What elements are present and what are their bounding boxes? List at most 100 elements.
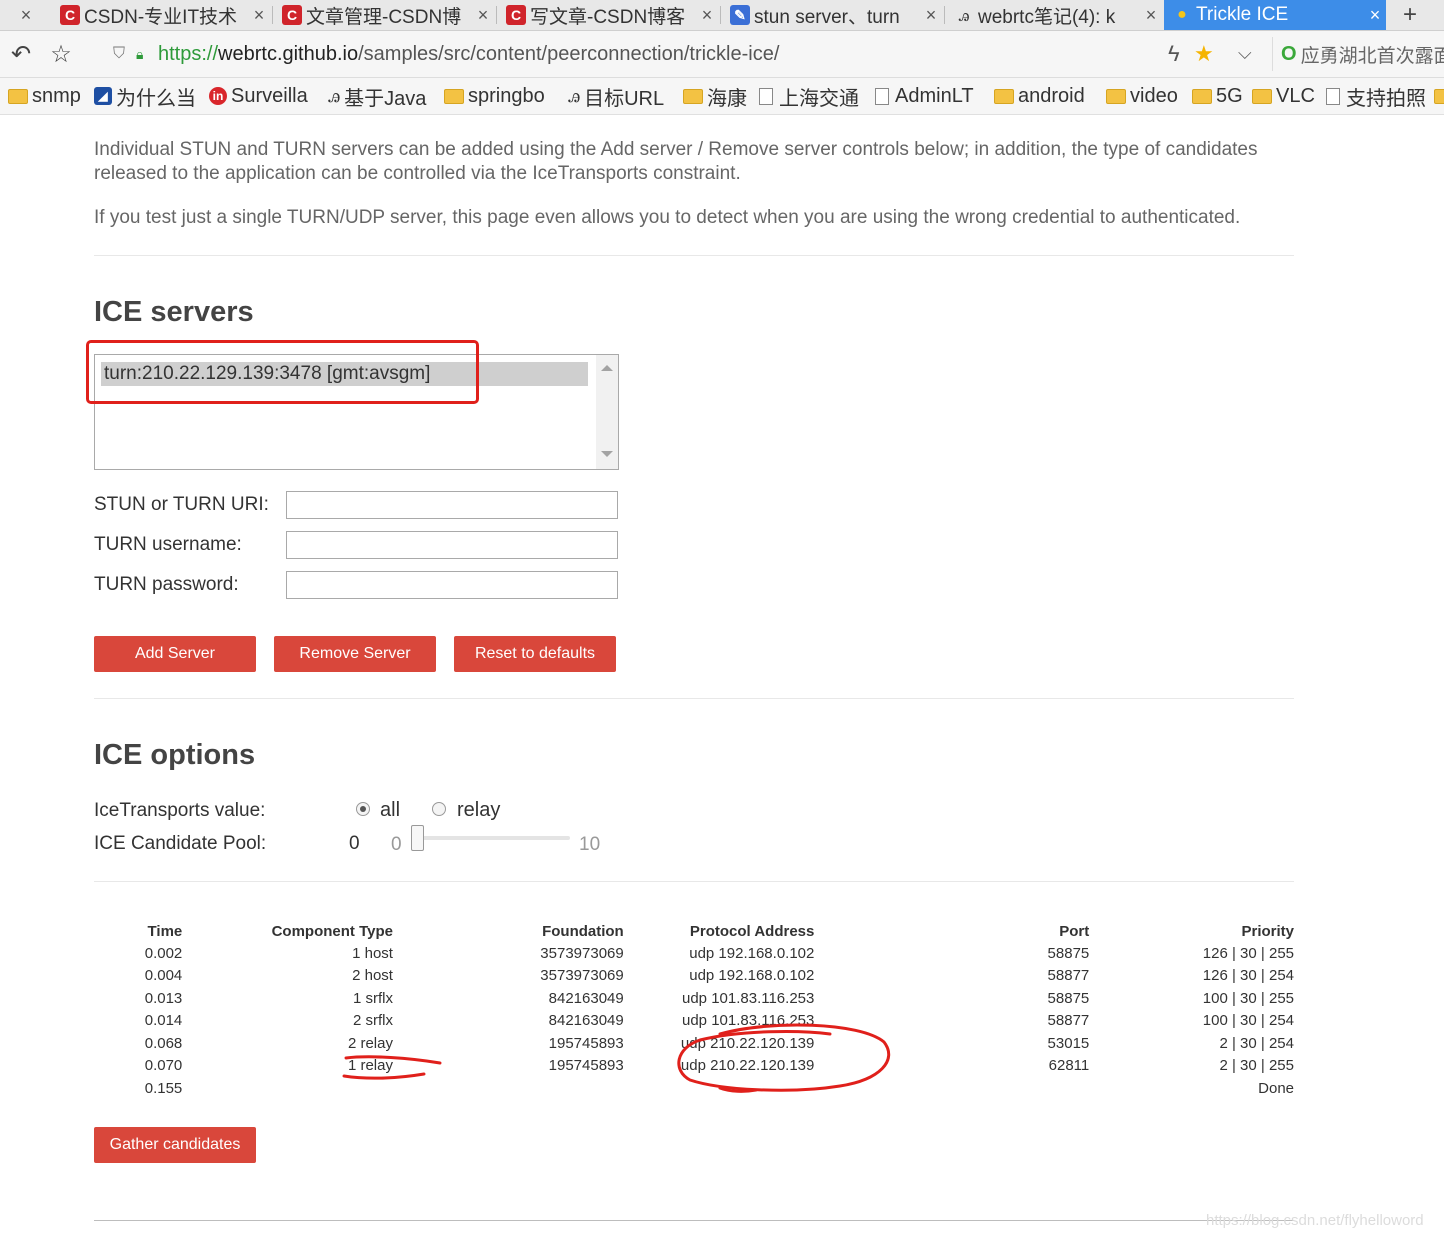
cell-protocol: udp 210.22.120.139: [680, 1057, 815, 1075]
cell-time: 0.002: [144, 944, 183, 962]
cell-time: 0.013: [144, 989, 183, 1007]
bookmark-item[interactable]: AdminLT: [875, 82, 974, 110]
search-suggestion[interactable]: O 应勇湖北首次露面: [1272, 37, 1444, 71]
folder-icon: [1252, 88, 1272, 104]
cell-foundation: 842163049: [548, 1012, 624, 1030]
url-field[interactable]: ⛉ 🔒︎ https://webrtc.github.io/samples/sr…: [96, 37, 1256, 71]
new-tab-button[interactable]: +: [1396, 0, 1424, 30]
cell-foundation: 3573973069: [540, 967, 624, 985]
table-row: 0.013 1 srflx 842163049 udp 101.83.116.2…: [94, 987, 1294, 1010]
bookmark-item[interactable]: ꭿ 基于Java: [328, 82, 426, 110]
close-icon[interactable]: ×: [472, 5, 494, 26]
lock-icon: 🔒︎: [136, 46, 144, 62]
add-server-button[interactable]: Add Server: [94, 636, 256, 672]
bookmark-item[interactable]: ꭿ 目标URL: [568, 82, 664, 110]
url-scheme: https://: [158, 42, 219, 65]
cell-priority: 126 | 30 | 255: [1202, 944, 1294, 962]
cell-priority: Done: [1258, 1079, 1294, 1097]
candidate-pool-slider[interactable]: [422, 836, 570, 840]
ice-servers-heading: ICE servers: [94, 296, 254, 328]
slider-max-label: 10: [579, 834, 601, 855]
transport-all-radio[interactable]: [356, 802, 370, 816]
cell-protocol: udp 101.83.116.253: [682, 989, 815, 1007]
close-icon[interactable]: ×: [1364, 5, 1386, 26]
site-icon: ◢: [94, 87, 112, 105]
chevron-down-icon[interactable]: ⌵: [1238, 43, 1252, 64]
bookmark-label: snmp: [32, 84, 81, 107]
tab-trickle-ice[interactable]: ● Trickle ICE ×: [1164, 0, 1386, 30]
chrome-icon: ●: [1177, 6, 1187, 23]
bookmark-item[interactable]: snmp: [8, 82, 81, 110]
cell-priority: 100 | 30 | 254: [1202, 1012, 1294, 1030]
scrollbar[interactable]: [596, 355, 618, 469]
intro-paragraph-2: If you test just a single TURN/UDP serve…: [94, 207, 1241, 228]
bookmark-overflow[interactable]: [1434, 82, 1444, 110]
bookmark-star-icon[interactable]: ★: [1194, 41, 1214, 67]
cell-port: 58875: [1047, 989, 1090, 1007]
scroll-up-icon[interactable]: [601, 365, 613, 371]
transport-relay-radio[interactable]: [432, 802, 446, 816]
tab-csdn-manage[interactable]: C 文章管理-CSDN博 ×: [274, 0, 494, 30]
bookmark-item[interactable]: VLC: [1252, 82, 1315, 110]
bookmark-item[interactable]: 上海交通: [759, 82, 859, 110]
bookmark-label: 上海交通: [779, 87, 859, 110]
cell-foundation: 3573973069: [540, 944, 624, 962]
tab-label: webrtc笔记(4): k: [978, 6, 1116, 28]
bookmark-item[interactable]: 5G: [1192, 82, 1243, 110]
tab-csdn-write[interactable]: C 写文章-CSDN博客 ×: [498, 0, 718, 30]
page-icon: [875, 87, 889, 105]
lightning-icon[interactable]: ϟ: [1168, 41, 1180, 67]
tab-stun-server[interactable]: ✎ stun server、turn ×: [722, 0, 942, 30]
close-icon[interactable]: ×: [1140, 5, 1162, 26]
close-icon[interactable]: ×: [920, 5, 942, 26]
slider-handle[interactable]: [411, 825, 424, 851]
page-icon: [759, 87, 773, 105]
bookmark-item[interactable]: android: [994, 82, 1085, 110]
header-port: Port: [1059, 922, 1090, 940]
close-icon[interactable]: ×: [696, 5, 718, 26]
password-input[interactable]: [286, 571, 618, 599]
bookmark-item[interactable]: springbo: [444, 82, 545, 110]
bookmark-label: 海康: [707, 87, 747, 110]
candidates-table: Time Component Type Foundation Protocol …: [94, 920, 1294, 1100]
tab-label: stun server、turn: [754, 6, 900, 28]
folder-icon: [1192, 88, 1212, 104]
cell-component: 2 host: [352, 967, 393, 985]
bookmark-item[interactable]: 支持拍照: [1326, 82, 1426, 110]
bookmark-label: VLC: [1276, 84, 1315, 107]
bookmark-item[interactable]: in Surveilla: [209, 82, 308, 110]
cell-foundation: [393, 1077, 624, 1100]
intro-paragraph-1: Individual STUN and TURN servers can be …: [94, 139, 1258, 184]
tab-csdn-home[interactable]: C CSDN-专业IT技术 ×: [52, 0, 270, 30]
bookmark-label: 为什么当: [116, 87, 196, 110]
table-row: 0.155 Done: [94, 1077, 1294, 1100]
cell-priority: 2 | 30 | 255: [1219, 1057, 1294, 1075]
folder-icon: [1106, 88, 1126, 104]
close-icon[interactable]: ×: [15, 5, 37, 26]
tab-webrtc-notes[interactable]: ꭿ webrtc笔记(4): k ×: [946, 0, 1162, 30]
bookmark-item[interactable]: video: [1106, 82, 1178, 110]
close-icon[interactable]: ×: [248, 5, 270, 26]
reset-defaults-button[interactable]: Reset to defaults: [454, 636, 616, 672]
username-input[interactable]: [286, 531, 618, 559]
remove-server-button[interactable]: Remove Server: [274, 636, 436, 672]
cell-component: [182, 1077, 393, 1100]
header-protocol: Protocol Address: [689, 922, 815, 940]
uri-input[interactable]: [286, 491, 618, 519]
cell-foundation: 195745893: [548, 1034, 624, 1052]
bookmark-label: 基于Java: [344, 87, 427, 110]
gather-candidates-button[interactable]: Gather candidates: [94, 1127, 256, 1163]
cell-component: 1 relay: [347, 1057, 393, 1075]
tab-close-left[interactable]: ×: [0, 0, 52, 30]
back-icon[interactable]: ↶: [6, 39, 36, 69]
tab-bar: × C CSDN-专业IT技术 × C 文章管理-CSDN博 × C 写文章-C…: [0, 0, 1444, 31]
bookmarks-bar: snmp ◢ 为什么当 in Surveilla ꭿ 基于Java springbo …: [0, 78, 1444, 115]
bookmark-item[interactable]: 海康: [683, 82, 747, 110]
divider: [94, 881, 1294, 882]
url-host: webrtc.github.io: [218, 42, 359, 65]
cell-component: 2 srflx: [352, 1012, 393, 1030]
search-icon: O: [1281, 42, 1297, 65]
scroll-down-icon[interactable]: [601, 451, 613, 457]
bookmark-item[interactable]: ◢ 为什么当: [94, 82, 196, 110]
star-outline-icon[interactable]: ☆: [46, 39, 76, 69]
